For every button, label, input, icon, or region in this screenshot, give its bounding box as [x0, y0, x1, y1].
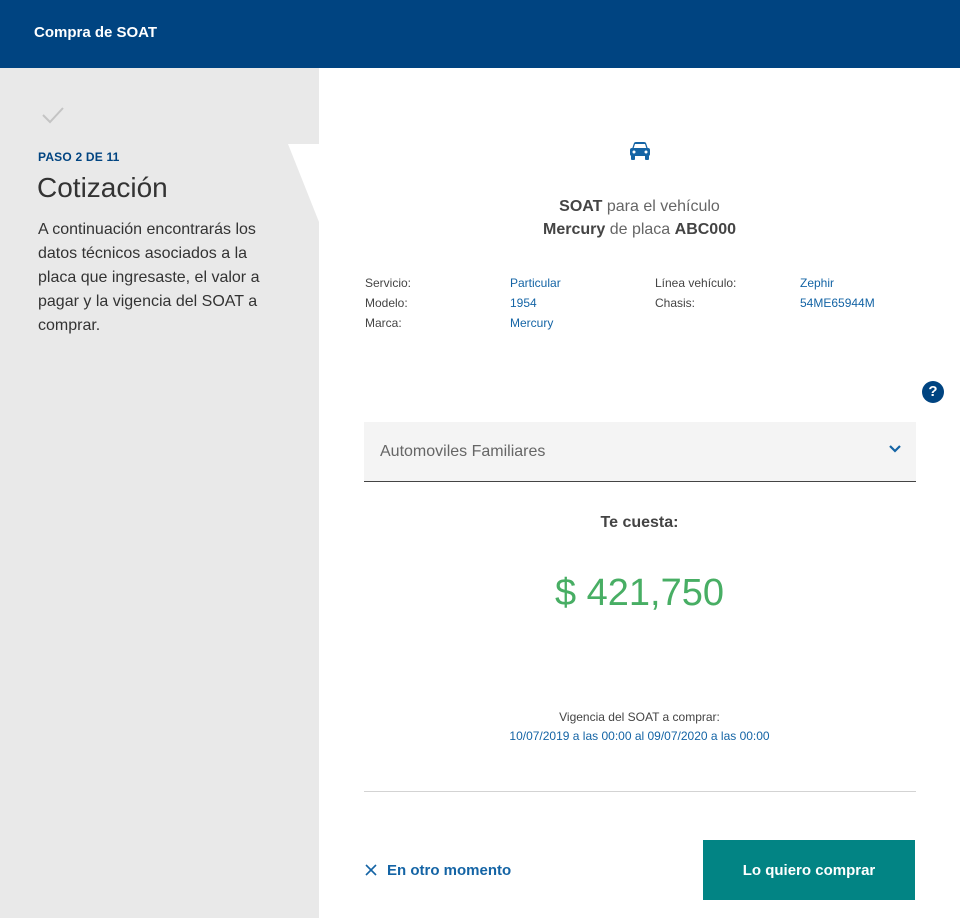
- divider: [364, 791, 916, 792]
- sidebar-notch: [288, 144, 319, 222]
- vehicle-type-value: Automoviles Familiares: [380, 443, 546, 460]
- spec-value-servicio: Particular: [510, 276, 561, 290]
- vehicle-line-1-text: para el vehículo: [602, 198, 720, 215]
- vehicle-line-2: Mercury de placa ABC000: [319, 221, 960, 239]
- buy-button[interactable]: Lo quiero comprar: [703, 840, 915, 900]
- price-value: $ 421,750: [554, 572, 725, 614]
- top-bar: Compra de SOAT: [0, 0, 960, 68]
- spec-label-chasis: Chasis:: [655, 296, 696, 310]
- spec-label-marca: Marca:: [365, 316, 402, 330]
- spec-value-chasis: 54ME65944M: [800, 296, 875, 310]
- check-icon: [42, 107, 64, 124]
- help-icon[interactable]: ?: [922, 381, 944, 403]
- chevron-down-icon: [889, 445, 901, 453]
- close-icon: [365, 864, 377, 876]
- vehicle-line-1: SOAT para el vehículo: [319, 198, 960, 216]
- spec-value-linea: Zephir: [800, 276, 835, 290]
- car-icon: [630, 142, 650, 160]
- spec-value-marca: Mercury: [510, 316, 554, 330]
- app-title: Compra de SOAT: [34, 24, 158, 41]
- step-indicator: PASO 2 DE 11: [38, 150, 120, 164]
- step-title: Cotización: [37, 172, 168, 203]
- validity-value: 10/07/2019 a las 00:00 al 09/07/2020 a l…: [509, 729, 770, 743]
- soat-word: SOAT: [559, 198, 603, 215]
- later-link-label: En otro momento: [387, 861, 512, 879]
- spec-label-modelo: Modelo:: [365, 296, 408, 310]
- vehicle-plate: ABC000: [674, 221, 736, 238]
- step-description: A continuación encontrarás los datos téc…: [38, 221, 260, 334]
- spec-value-modelo: 1954: [510, 296, 537, 310]
- later-link[interactable]: En otro momento: [365, 859, 511, 881]
- cost-label: Te cuesta:: [600, 514, 679, 531]
- spec-label-servicio: Servicio:: [365, 276, 412, 290]
- main-panel: SOAT para el vehículo Mercury de placa A…: [319, 68, 960, 918]
- spec-label-linea: Línea vehículo:: [655, 276, 737, 290]
- sidebar: PASO 2 DE 11 Cotización A continuación e…: [0, 68, 319, 918]
- vehicle-type-select[interactable]: Automoviles Familiares: [364, 422, 916, 482]
- vehicle-brand: Mercury: [543, 221, 606, 238]
- vehicle-plate-prefix: de placa: [605, 221, 675, 238]
- validity-label: Vigencia del SOAT a comprar:: [559, 710, 720, 724]
